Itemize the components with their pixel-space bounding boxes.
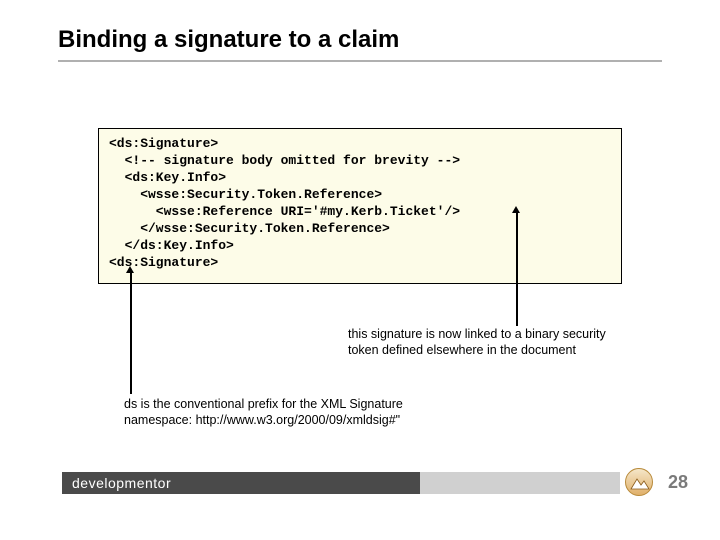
footer-brand: developmentor [62, 472, 420, 494]
code-line: <ds:Key.Info> [109, 170, 226, 185]
code-line: <wsse:Reference URI='#my.Kerb.Ticket'/> [109, 204, 460, 219]
annotation-ds-prefix: ds is the conventional prefix for the XM… [124, 396, 464, 428]
slide: Binding a signature to a claim <ds:Signa… [0, 0, 720, 540]
code-line: <wsse:Security.Token.Reference> [109, 187, 382, 202]
code-block: <ds:Signature> <!-- signature body omitt… [98, 128, 622, 284]
arrow-right-vertical [516, 212, 518, 326]
footer-bar-light [420, 472, 620, 494]
code-line: </ds:Key.Info> [109, 238, 234, 253]
title-underline [58, 60, 662, 62]
arrow-right-head [512, 206, 520, 213]
slide-title: Binding a signature to a claim [58, 26, 399, 54]
code-line: <!-- signature body omitted for brevity … [109, 153, 460, 168]
annotation-linked-token: this signature is now linked to a binary… [348, 326, 628, 358]
code-line: <ds:Signature> [109, 136, 218, 151]
code-line: </wsse:Security.Token.Reference> [109, 221, 390, 236]
arrow-left-head [126, 266, 134, 273]
footer: developmentor 28 [0, 472, 720, 500]
brand-icon [625, 468, 653, 496]
arrow-left-vertical [130, 272, 132, 394]
page-number: 28 [668, 472, 688, 493]
